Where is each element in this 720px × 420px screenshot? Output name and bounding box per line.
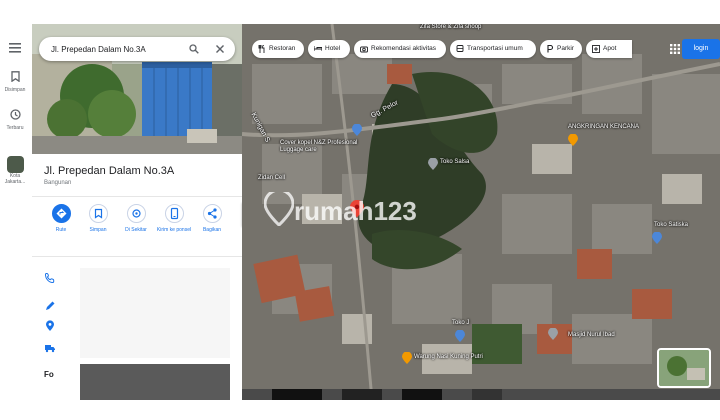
- food-pin-icon[interactable]: [568, 134, 578, 146]
- chip-transit[interactable]: Transportasi umum: [450, 40, 536, 58]
- screenshot-frame: Disimpan Terbaru Kota Jakarta... Jl. Pre…: [0, 0, 720, 420]
- place-thumb: [6, 156, 24, 173]
- poi-label[interactable]: Toko Salsa: [440, 159, 469, 165]
- nearby-label: Di Sekitar: [125, 227, 147, 233]
- shop-pin-icon[interactable]: [652, 232, 662, 244]
- phone-icon: [164, 204, 184, 223]
- shop-pin-icon[interactable]: [455, 330, 465, 342]
- pharmacy-icon: [592, 45, 600, 53]
- left-rail: Disimpan Terbaru Kota Jakarta...: [0, 24, 30, 400]
- send-to-phone-label: Kirim ke ponsel: [156, 227, 192, 233]
- watermark-logo-icon: [264, 192, 294, 226]
- share-button[interactable]: Bagikan: [193, 204, 231, 233]
- chip-label: Transportasi umum: [467, 45, 523, 52]
- menu-button[interactable]: [0, 40, 30, 58]
- chip-label: Parkir: [557, 45, 574, 52]
- poi-label[interactable]: Zidan Cell: [258, 175, 285, 181]
- chip-things-to-do[interactable]: Rekomendasi aktivitas: [354, 40, 446, 58]
- nearby-button[interactable]: Di Sekitar: [117, 204, 155, 233]
- edit-icon[interactable]: [44, 300, 56, 312]
- close-icon[interactable]: [215, 44, 225, 54]
- map-layer-thumb: [659, 350, 709, 386]
- place-photo[interactable]: [32, 24, 242, 154]
- apps-grid-icon[interactable]: [670, 44, 680, 54]
- bookmark-icon: [88, 204, 108, 223]
- poi-label[interactable]: Toko Satiska: [654, 222, 688, 228]
- chip-label: Rekomendasi aktivitas: [371, 45, 437, 52]
- chip-hotel[interactable]: Hotel: [308, 40, 350, 58]
- section-heading: Fo: [44, 370, 54, 379]
- directions-button[interactable]: Rute: [42, 204, 80, 233]
- bookmark-icon: [10, 71, 20, 83]
- layers-button[interactable]: [657, 348, 711, 388]
- rail-place-label: Kota Jakarta...: [4, 173, 26, 185]
- poi-label[interactable]: Cover kopel N&Z Profesional Luggage care: [280, 140, 380, 154]
- rail-recent-label: Terbaru: [6, 125, 24, 131]
- chip-pharmacy[interactable]: Apot: [586, 40, 632, 58]
- signin-button[interactable]: login: [682, 39, 720, 59]
- rail-recent-button[interactable]: Terbaru: [0, 107, 30, 131]
- history-icon: [9, 109, 21, 120]
- divider: [32, 196, 242, 197]
- directions-icon: [51, 204, 71, 223]
- place-title: Jl. Prepedan Dalam No.3A: [44, 165, 175, 177]
- shop-pin-icon[interactable]: [428, 158, 438, 170]
- chip-restaurant[interactable]: Restoran: [252, 40, 304, 58]
- poi-label[interactable]: Zifa Store & Zifa shoop: [420, 24, 481, 30]
- redaction-mask: [80, 364, 230, 400]
- directions-label: Rute: [55, 227, 67, 233]
- restaurant-icon: [258, 45, 265, 53]
- save-label: Simpan: [89, 227, 107, 233]
- mosque-pin-icon[interactable]: [548, 328, 558, 340]
- share-icon: [202, 204, 222, 223]
- rail-place-button[interactable]: Kota Jakarta...: [0, 156, 30, 185]
- poi-label[interactable]: ANGKRINGAN KENCANA: [568, 124, 639, 130]
- phone-icon[interactable]: [44, 272, 56, 284]
- camera-icon: [360, 46, 368, 53]
- satellite-map[interactable]: Restoran Hotel Rekomendasi aktivitas Tra…: [242, 24, 720, 400]
- chip-label: Restoran: [269, 45, 296, 52]
- save-button[interactable]: Simpan: [79, 204, 117, 233]
- divider: [32, 256, 242, 257]
- rail-saved-button[interactable]: Disimpan: [0, 69, 30, 93]
- hotel-icon: [314, 46, 322, 51]
- send-to-phone-button[interactable]: Kirim ke ponsel: [155, 204, 193, 233]
- place-panel: Jl. Prepedan Dalam No.3A Bangunan Rute S…: [32, 24, 242, 400]
- poi-label[interactable]: Toko J: [452, 320, 469, 326]
- chip-parking[interactable]: Parkir: [540, 40, 582, 58]
- nearby-icon: [126, 204, 146, 223]
- search-box[interactable]: [39, 37, 235, 61]
- chip-label: Apot: [603, 45, 617, 52]
- chip-label: Hotel: [325, 45, 341, 52]
- bottom-redaction-bar: [242, 388, 720, 400]
- transit-icon: [456, 45, 464, 52]
- poi-label[interactable]: Masjid Nurul Ibad: [568, 332, 615, 338]
- shop-pin-icon[interactable]: [352, 124, 362, 136]
- location-pin-icon[interactable]: [44, 320, 56, 332]
- truck-icon[interactable]: [44, 342, 56, 354]
- menu-icon: [9, 43, 21, 53]
- parking-icon: [547, 45, 554, 53]
- search-input[interactable]: [51, 37, 181, 61]
- redaction-mask: [80, 268, 230, 358]
- place-category[interactable]: Bangunan: [44, 180, 71, 186]
- food-pin-icon[interactable]: [402, 352, 412, 364]
- search-icon[interactable]: [189, 44, 199, 54]
- watermark-text: rumah123: [294, 196, 417, 226]
- poi-label[interactable]: Warung Nasi Kuning Putri: [414, 354, 483, 360]
- rail-saved-label: Disimpan: [4, 87, 26, 93]
- share-label: Bagikan: [202, 227, 222, 233]
